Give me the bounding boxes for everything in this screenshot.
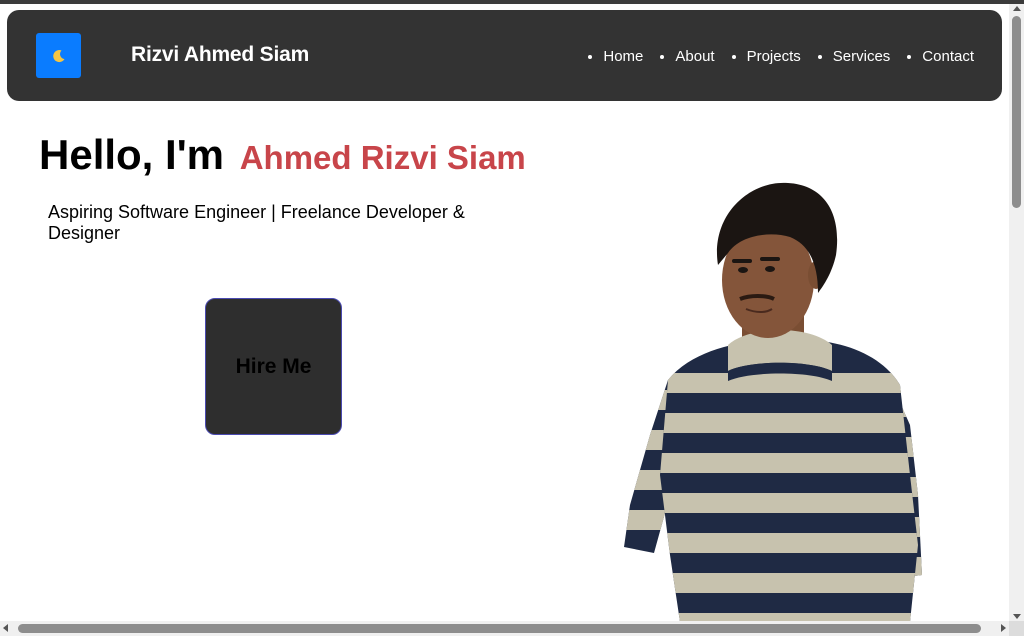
nav-label: Services [832, 48, 891, 65]
brand-name[interactable]: Rizvi Ahmed Siam [131, 43, 309, 67]
navbar: Rizvi Ahmed Siam Home About Projects Ser… [7, 10, 1002, 101]
nav-label: Home [603, 48, 644, 65]
nav-services[interactable]: Services [817, 48, 891, 65]
scroll-left-arrow-icon[interactable] [3, 624, 8, 632]
scroll-down-arrow-icon[interactable] [1013, 614, 1021, 619]
browser-top-edge [0, 0, 1024, 4]
nav-projects[interactable]: Projects [731, 48, 801, 65]
hero-greeting: Hello, I'm [39, 131, 225, 178]
scroll-up-arrow-icon[interactable] [1013, 6, 1021, 11]
vertical-scrollbar[interactable] [1009, 4, 1024, 621]
nav-home[interactable]: Home [588, 48, 643, 65]
vertical-scroll-thumb[interactable] [1012, 16, 1021, 208]
hero-name: Ahmed Rizvi Siam [239, 139, 526, 176]
horizontal-scroll-thumb[interactable] [18, 624, 981, 633]
scroll-right-arrow-icon[interactable] [1001, 624, 1006, 632]
bullet-icon [731, 54, 736, 59]
nav-label: Contact [922, 48, 974, 65]
nav-label: About [675, 48, 715, 65]
hero-heading: Hello, I'm Ahmed Rizvi Siam [39, 131, 526, 179]
bullet-icon [907, 54, 912, 59]
crescent-moon-icon [52, 49, 64, 62]
nav-about[interactable]: About [660, 48, 715, 65]
theme-toggle-button[interactable] [36, 33, 81, 78]
bullet-icon [817, 54, 822, 59]
scrollbar-corner [1009, 621, 1024, 636]
main-nav: Home About Projects Services Contact [571, 48, 974, 65]
horizontal-scrollbar[interactable] [0, 621, 1009, 636]
nav-contact[interactable]: Contact [907, 48, 974, 65]
hero-tagline: Aspiring Software Engineer | Freelance D… [48, 202, 465, 243]
hire-me-button[interactable]: Hire Me [205, 298, 342, 435]
bullet-icon [588, 54, 593, 59]
bullet-icon [660, 54, 665, 59]
profile-photo [624, 182, 922, 622]
nav-label: Projects [746, 48, 801, 65]
